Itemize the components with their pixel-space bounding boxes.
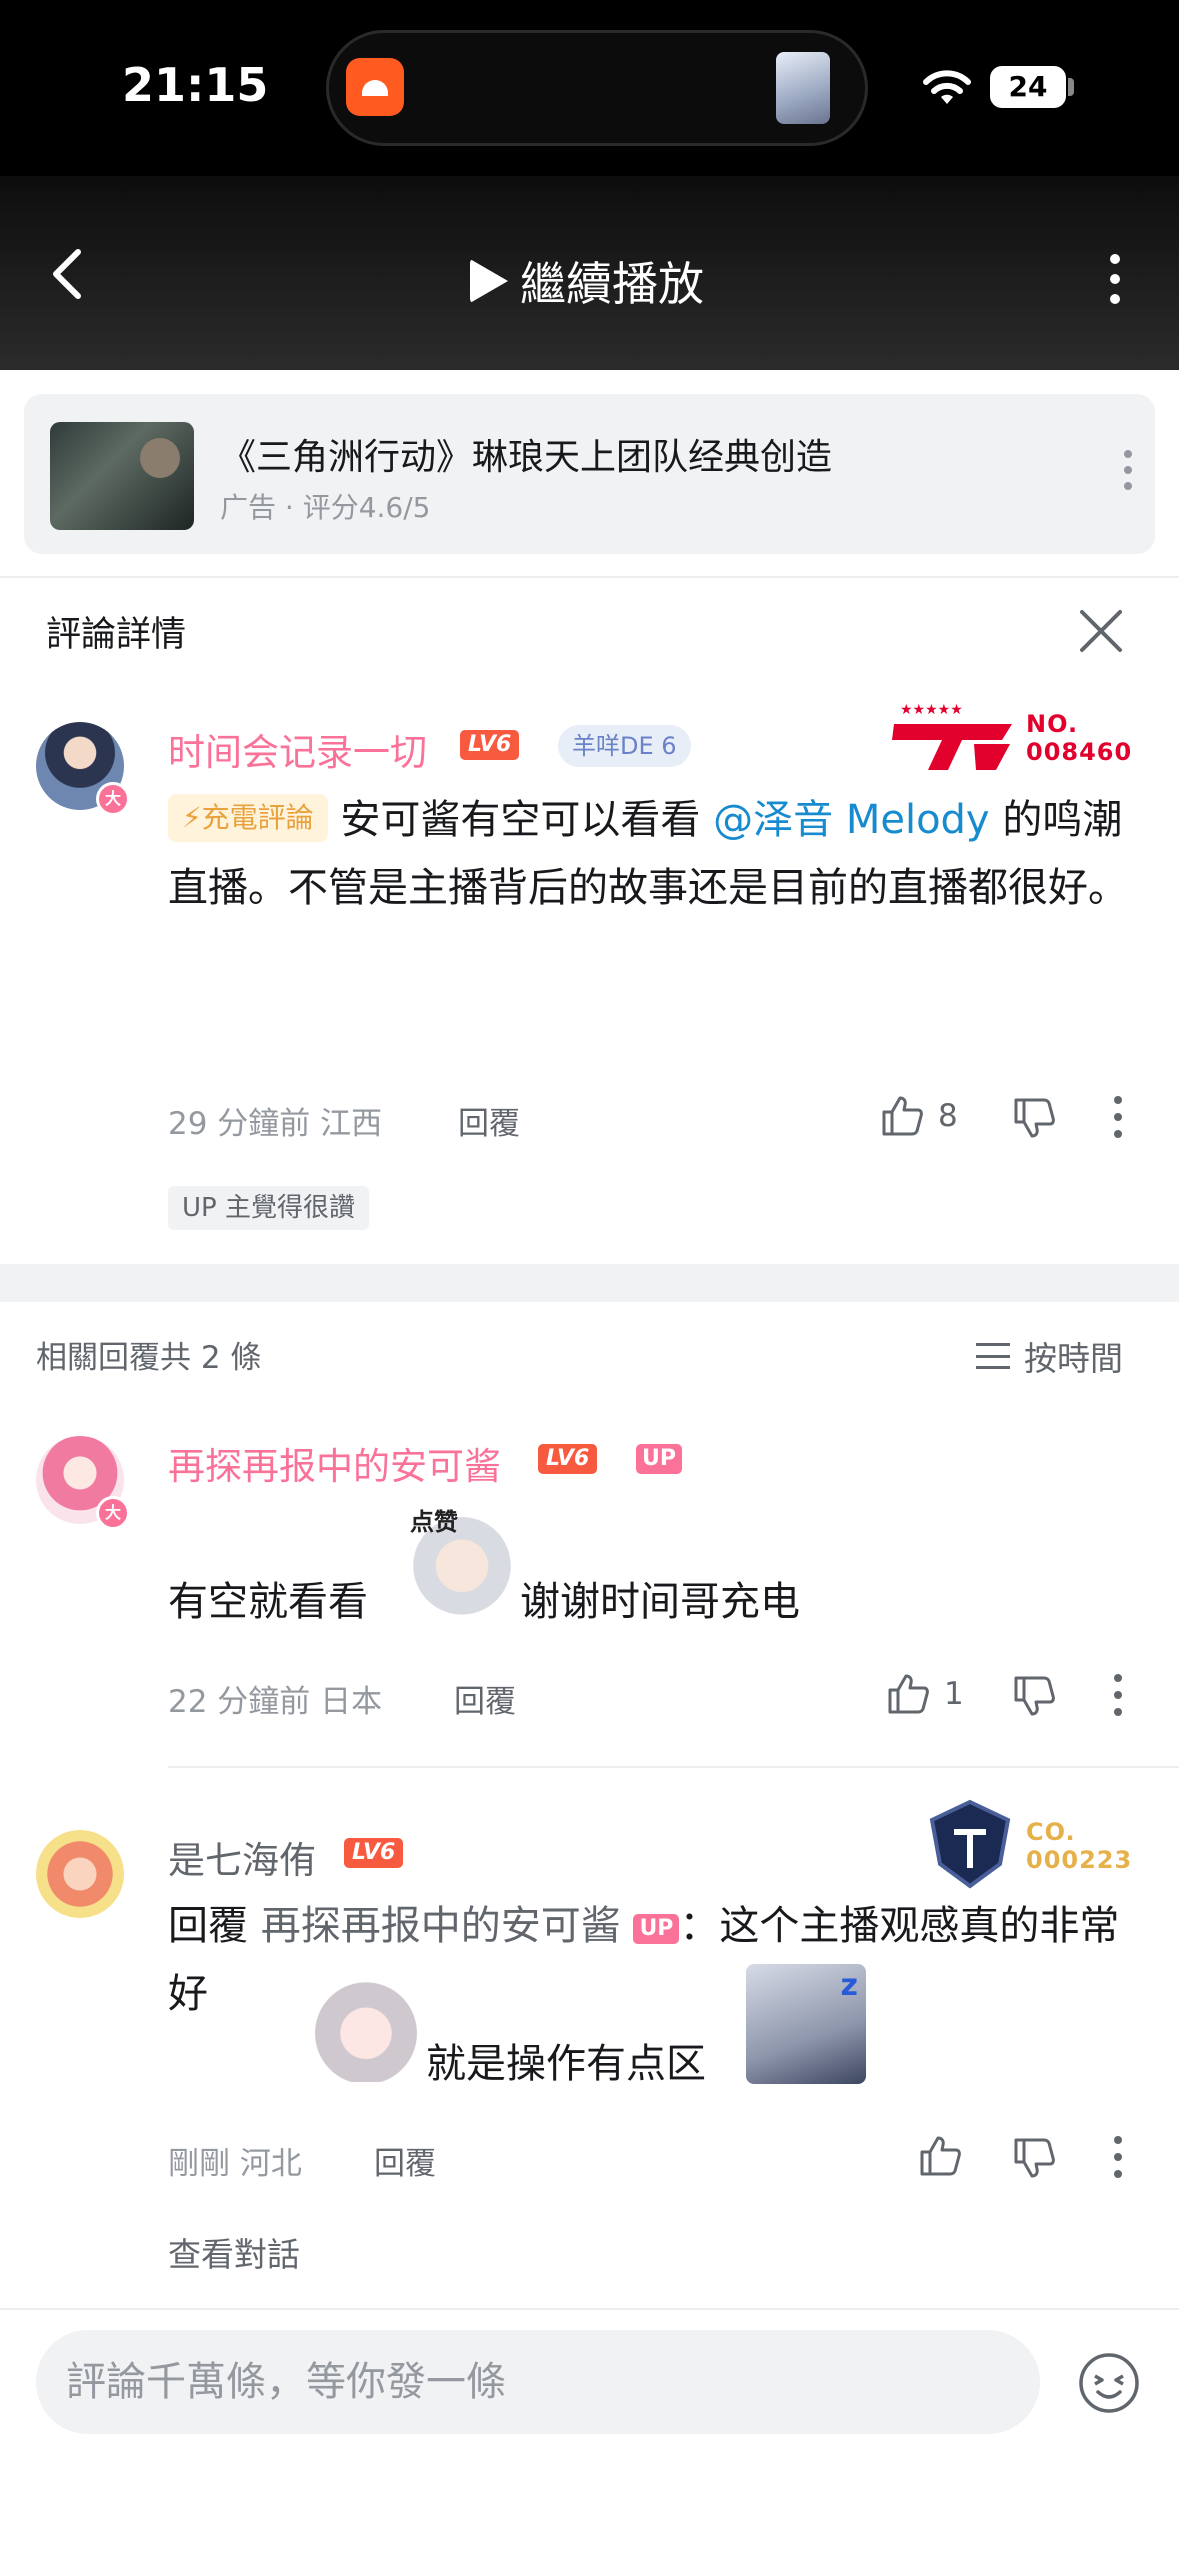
section-divider (0, 1264, 1179, 1302)
status-time: 21:15 (122, 58, 269, 112)
sticker-image (306, 1966, 426, 2082)
more-options-icon[interactable] (1100, 248, 1130, 308)
comment-more-icon[interactable] (1113, 1096, 1123, 1142)
thumbs-up-icon[interactable] (880, 1094, 924, 1138)
divider (168, 1766, 1179, 1768)
vip-badge-icon: 大 (96, 782, 130, 816)
video-header: 繼續播放 (0, 176, 1179, 370)
status-bar: 21:15 24 (0, 0, 1179, 176)
mention-link[interactable]: @泽音 Melody (713, 797, 989, 843)
up-tag: UP (636, 1444, 682, 1474)
reply-button[interactable]: 回覆 (454, 1676, 516, 1721)
comment-detail-title: 評論詳情 (46, 615, 187, 655)
fan-number-badge: NO. 008460 (1026, 710, 1133, 766)
ad-banner[interactable]: 《三角洲行动》琳琅天上团队经典创造 广告 · 评分4.6/5 (24, 394, 1155, 554)
vip-badge-icon: 大 (96, 1496, 130, 1530)
fan-number-badge: CO. 000223 (1026, 1818, 1133, 1874)
avatar[interactable]: 大 (36, 1436, 130, 1530)
like-count: 1 (944, 1676, 964, 1712)
reply-body-tail: 谢谢时间哥充电 (520, 1579, 800, 1625)
app-activity-icon (346, 58, 404, 116)
up-liked-tag: UP 主覺得很讚 (168, 1186, 369, 1230)
thumbs-up-icon[interactable] (918, 2134, 962, 2178)
comment-more-icon[interactable] (1113, 1674, 1123, 1720)
thumbs-up-icon[interactable] (886, 1672, 930, 1716)
emoji-icon[interactable] (1078, 2352, 1140, 2414)
comment-meta: 22 分鐘前 日本 (168, 1684, 383, 1720)
level-badge: LV6 (460, 730, 520, 760)
sort-by-time-button[interactable]: 按時間 (976, 1332, 1123, 1380)
level-badge: LV6 (344, 1838, 404, 1868)
team-logo-icon (929, 1799, 1011, 1889)
comment-body: ⚡充電評論 安可酱有空可以看看 @泽音 Melody 的鸣潮直播。不管是主播背后… (168, 786, 1128, 922)
fan-medal[interactable]: 羊咩DE 6 (558, 725, 691, 767)
play-icon (470, 259, 508, 303)
comment-input[interactable]: 評論千萬條，等你發一條 (36, 2330, 1040, 2434)
reply-button[interactable]: 回覆 (458, 1098, 520, 1143)
avatar[interactable]: 大 (36, 722, 130, 816)
comment-username[interactable]: 时间会记录一切 (168, 722, 427, 776)
continue-play-label: 繼續播放 (520, 257, 704, 311)
battery-nub (1068, 78, 1074, 96)
comment-meta: 29 分鐘前 江西 (168, 1106, 383, 1142)
avatar[interactable] (36, 1830, 124, 1918)
reply-username[interactable]: 再探再报中的安可酱 (168, 1436, 501, 1490)
like-count: 8 (938, 1098, 958, 1134)
thumbs-down-icon[interactable] (1012, 2136, 1056, 2180)
ad-subtitle: 广告 · 评分4.6/5 (220, 491, 431, 524)
back-arrow-icon[interactable] (40, 244, 100, 304)
close-icon[interactable] (1078, 608, 1124, 654)
ad-thumbnail (50, 422, 194, 530)
media-thumbnail-icon (776, 52, 830, 124)
related-replies-title: 相關回覆共 2 條 (36, 1340, 262, 1376)
divider (0, 576, 1179, 578)
reply-button[interactable]: 回覆 (374, 2138, 436, 2183)
comment-more-icon[interactable] (1113, 2136, 1123, 2182)
comment-meta: 剛剛 河北 (168, 2146, 302, 2182)
ad-more-icon[interactable] (1118, 450, 1138, 500)
thumbs-down-icon[interactable] (1012, 1674, 1056, 1718)
t1-logo-icon: ★★★★★ (892, 702, 1012, 770)
reply-username[interactable]: 是七海侑 (168, 1830, 316, 1884)
reply-to-user-link[interactable]: 再探再报中的安可酱 (261, 1903, 621, 1949)
battery-icon: 24 (990, 66, 1066, 108)
wifi-icon (923, 70, 971, 104)
sticker-like-image: 点赞 (404, 1502, 520, 1618)
thumbs-down-icon[interactable] (1012, 1096, 1056, 1140)
view-conversation-link[interactable]: 查看對話 (168, 2228, 300, 2276)
charge-comment-tag: ⚡充電評論 (168, 794, 328, 842)
reply-body-tail: 就是操作有点区 (426, 2041, 706, 2087)
sticker-sleep-image: z (746, 1964, 866, 2084)
ad-title: 《三角洲行动》琳琅天上团队经典创造 (220, 437, 833, 478)
continue-play-button[interactable]: 繼續播放 (470, 248, 704, 314)
sort-icon (976, 1343, 1010, 1369)
level-badge: LV6 (538, 1444, 598, 1474)
svg-text:★★★★★: ★★★★★ (900, 702, 963, 718)
